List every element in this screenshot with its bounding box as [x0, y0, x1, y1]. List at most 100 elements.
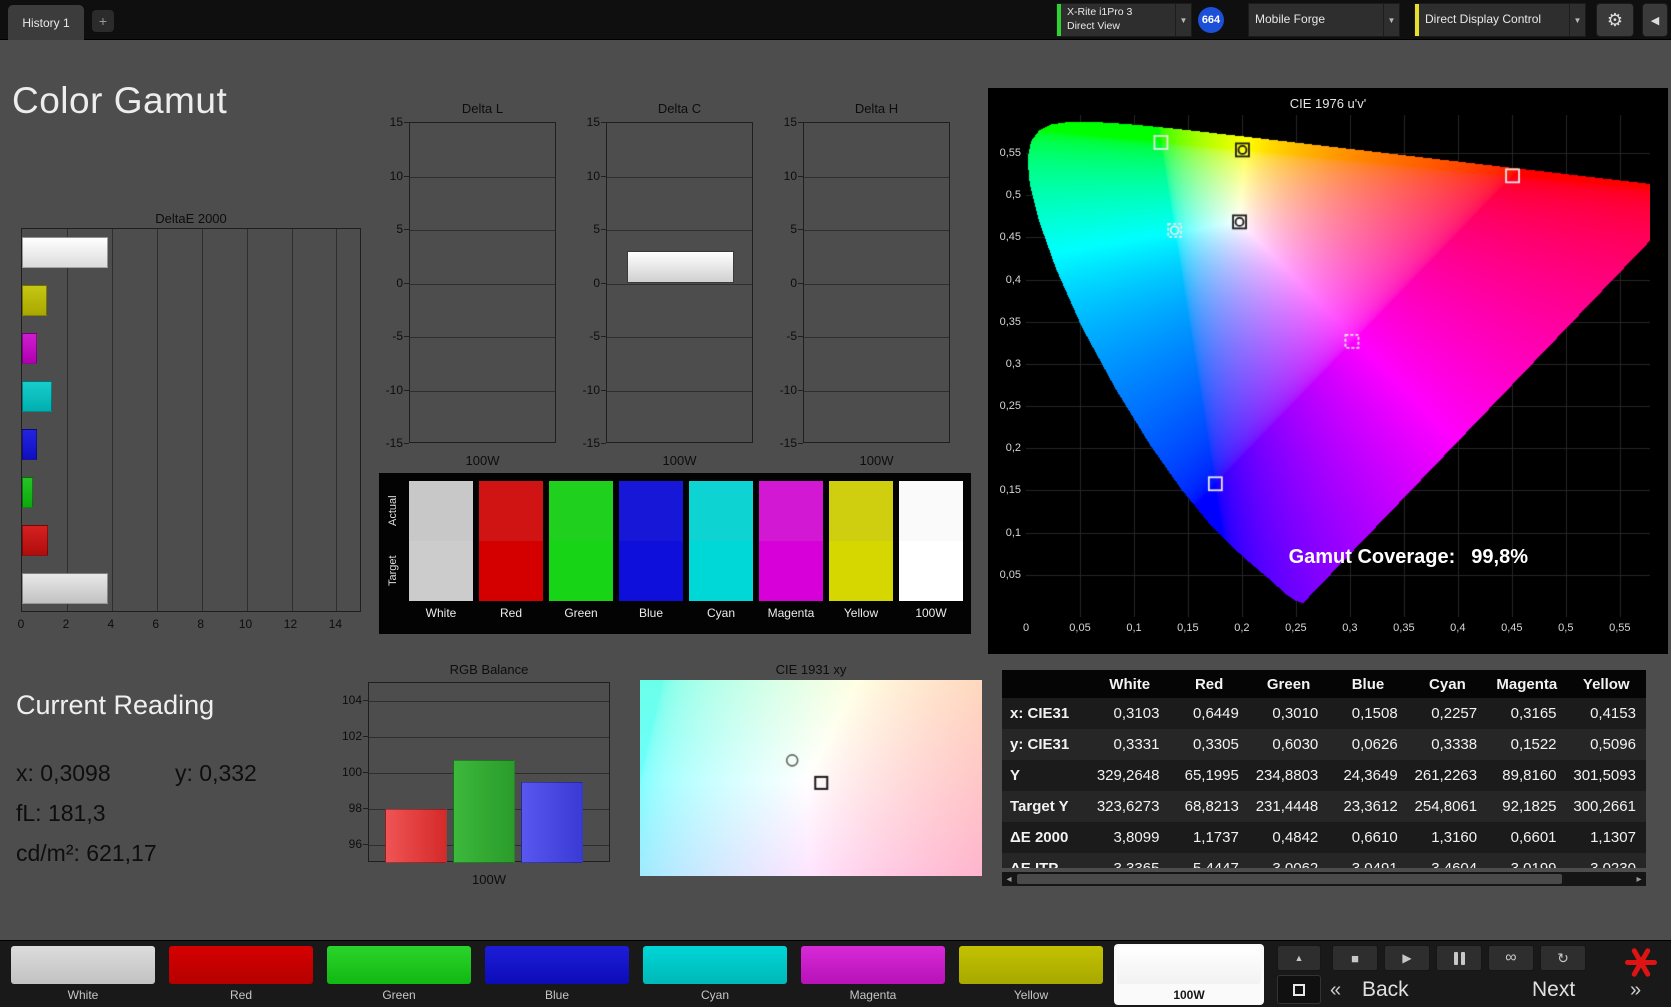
- stop-button[interactable]: ■: [1332, 945, 1378, 971]
- row-label: ΔE ITP: [1002, 853, 1090, 868]
- table-row: x: CIE31 0,3103 0,6449 0,3010 0,1508 0,2257 0,…: [1002, 698, 1646, 729]
- display-control-dropdown[interactable]: Direct Display Control ▼: [1414, 3, 1586, 37]
- deltae-bar-red: [22, 525, 49, 556]
- grid-line: [804, 230, 949, 231]
- axis-tick-label: -15: [582, 436, 600, 450]
- table-cell: 0,1508: [1351, 705, 1398, 722]
- axis-tick-label: 12: [283, 617, 298, 631]
- next-button[interactable]: Next: [1532, 978, 1575, 1002]
- rgb-balance-chart: [368, 682, 610, 863]
- cie-1976-title: CIE 1976 u'v': [1289, 96, 1367, 111]
- axis-tick-label: 6: [152, 617, 160, 631]
- rgb-bar-red: [385, 809, 447, 863]
- table-row: Y 329,2648 65,1995 234,8803 24,3649 261,2263 8…: [1002, 760, 1646, 791]
- axis-tick-label: 0,25: [1285, 622, 1307, 634]
- table-cell: 0,3165: [1510, 705, 1557, 722]
- table-cell: 323,6273: [1096, 798, 1160, 815]
- axis-tick-label: 14: [328, 617, 343, 631]
- table-cell: 0,1522: [1510, 736, 1557, 753]
- axis-tick-label: 0: [396, 275, 403, 290]
- reading-y: y: 0,332: [175, 760, 257, 786]
- table-cell: 3,0062: [1249, 853, 1328, 868]
- table-cell: 0,3338: [1431, 736, 1478, 753]
- collapse-panel-button[interactable]: ◀: [1642, 3, 1668, 37]
- grid-line: [246, 229, 248, 611]
- patch-button-yellow[interactable]: Yellow: [956, 944, 1106, 1005]
- back-button[interactable]: Back: [1362, 978, 1409, 1002]
- axis-tick-label: 0,3: [1342, 622, 1358, 634]
- row-label: Y: [1010, 767, 1021, 784]
- swatch-target-yellow: [829, 541, 893, 601]
- axis-tick-label: 0,15: [1177, 622, 1199, 634]
- axis-tick-label: 15: [389, 115, 403, 129]
- patch-button-magenta[interactable]: Magenta: [798, 944, 948, 1005]
- axis-tick-label: 10: [389, 168, 403, 183]
- scroll-left-arrow[interactable]: ◂: [1002, 872, 1016, 886]
- tick-mark: [404, 389, 409, 391]
- swatch-target-magenta: [759, 541, 823, 601]
- table-cell: 1,1737: [1192, 829, 1239, 846]
- grid-line: [804, 176, 949, 178]
- measurement-count-badge: 664: [1198, 7, 1224, 33]
- continuous-measure-button[interactable]: ∞: [1488, 945, 1534, 971]
- swatch-actual-100w: [899, 481, 963, 541]
- play-button[interactable]: ▶: [1384, 945, 1430, 971]
- meter-dropdown[interactable]: X-Rite i1Pro 3 Direct View ▼: [1056, 3, 1192, 37]
- table-header-row: White Red Green Blue Cyan Magenta Yellow: [1002, 670, 1646, 698]
- settings-gear-button[interactable]: ⚙: [1596, 3, 1634, 37]
- patch-button-red[interactable]: Red: [166, 944, 316, 1005]
- tick-mark: [404, 175, 409, 177]
- delta-chart-delta-h: [803, 122, 950, 443]
- deltae-bar-blue: [22, 429, 37, 460]
- axis-tick-label: 8: [197, 617, 204, 631]
- infinity-icon: ∞: [1505, 949, 1517, 966]
- pause-button[interactable]: [1436, 945, 1482, 971]
- column-header: Magenta: [1496, 675, 1558, 693]
- table-cell: 1,1307: [1590, 829, 1636, 846]
- column-header: [1002, 670, 1090, 698]
- axis-tick-label: 0,05: [999, 568, 1021, 581]
- axis-tick-label: 0,1: [1005, 526, 1021, 539]
- scroll-right-arrow[interactable]: ▸: [1632, 872, 1646, 886]
- axis-tick-label: 5: [593, 222, 600, 236]
- axis-tick-label: 0,2: [1234, 622, 1250, 634]
- tick-mark: [404, 336, 409, 337]
- grid-line: [804, 283, 949, 285]
- grid-line: [607, 176, 752, 178]
- stop-icon: ■: [1351, 950, 1359, 966]
- next-fast-icon[interactable]: »: [1630, 979, 1641, 1002]
- axis-tick-label: -5: [589, 329, 600, 343]
- loop-button[interactable]: ↻: [1540, 945, 1586, 971]
- axis-tick-label: 5: [396, 222, 403, 236]
- calman-logo-icon: [1622, 943, 1660, 981]
- axis-tick-label: 104: [341, 693, 362, 707]
- row-label: x: CIE31: [1010, 705, 1070, 722]
- table-scrollbar[interactable]: ◂ ▸: [1002, 872, 1646, 886]
- scrollbar-thumb[interactable]: [1017, 874, 1562, 884]
- axis-label: 100W: [662, 453, 697, 468]
- arrow-up-button[interactable]: ▲: [1277, 945, 1321, 971]
- play-icon: ▶: [1402, 951, 1412, 965]
- patch-color-swatch: [485, 946, 629, 984]
- back-fast-icon[interactable]: «: [1330, 979, 1341, 1002]
- swatch-label: Yellow: [843, 606, 879, 620]
- patch-color-swatch: [327, 946, 471, 984]
- patch-button-cyan[interactable]: Cyan: [640, 944, 790, 1005]
- pattern-window-button[interactable]: [1277, 975, 1321, 1004]
- chart-title: Delta C: [657, 101, 702, 116]
- swatch-strip: Actual Target White Red Green Blue Cyan Magenta…: [379, 473, 971, 634]
- deltae-chart: [21, 228, 361, 612]
- axis-tick-label: -10: [582, 382, 600, 397]
- patch-button-blue[interactable]: Blue: [482, 944, 632, 1005]
- axis-tick-label: 2: [62, 617, 70, 631]
- swatch-target-100w: [899, 541, 963, 601]
- add-tab-button[interactable]: +: [92, 10, 114, 32]
- cie-1931-title: CIE 1931 xy: [775, 662, 847, 677]
- patch-button-white[interactable]: White: [8, 944, 158, 1005]
- axis-tick-label: 100: [341, 765, 362, 779]
- axis-tick-label: 15: [586, 115, 600, 129]
- patch-button-100w[interactable]: 100W: [1114, 944, 1264, 1005]
- source-dropdown[interactable]: Mobile Forge ▼: [1248, 3, 1400, 37]
- tab-history-1[interactable]: History 1: [8, 5, 84, 40]
- patch-button-green[interactable]: Green: [324, 944, 474, 1005]
